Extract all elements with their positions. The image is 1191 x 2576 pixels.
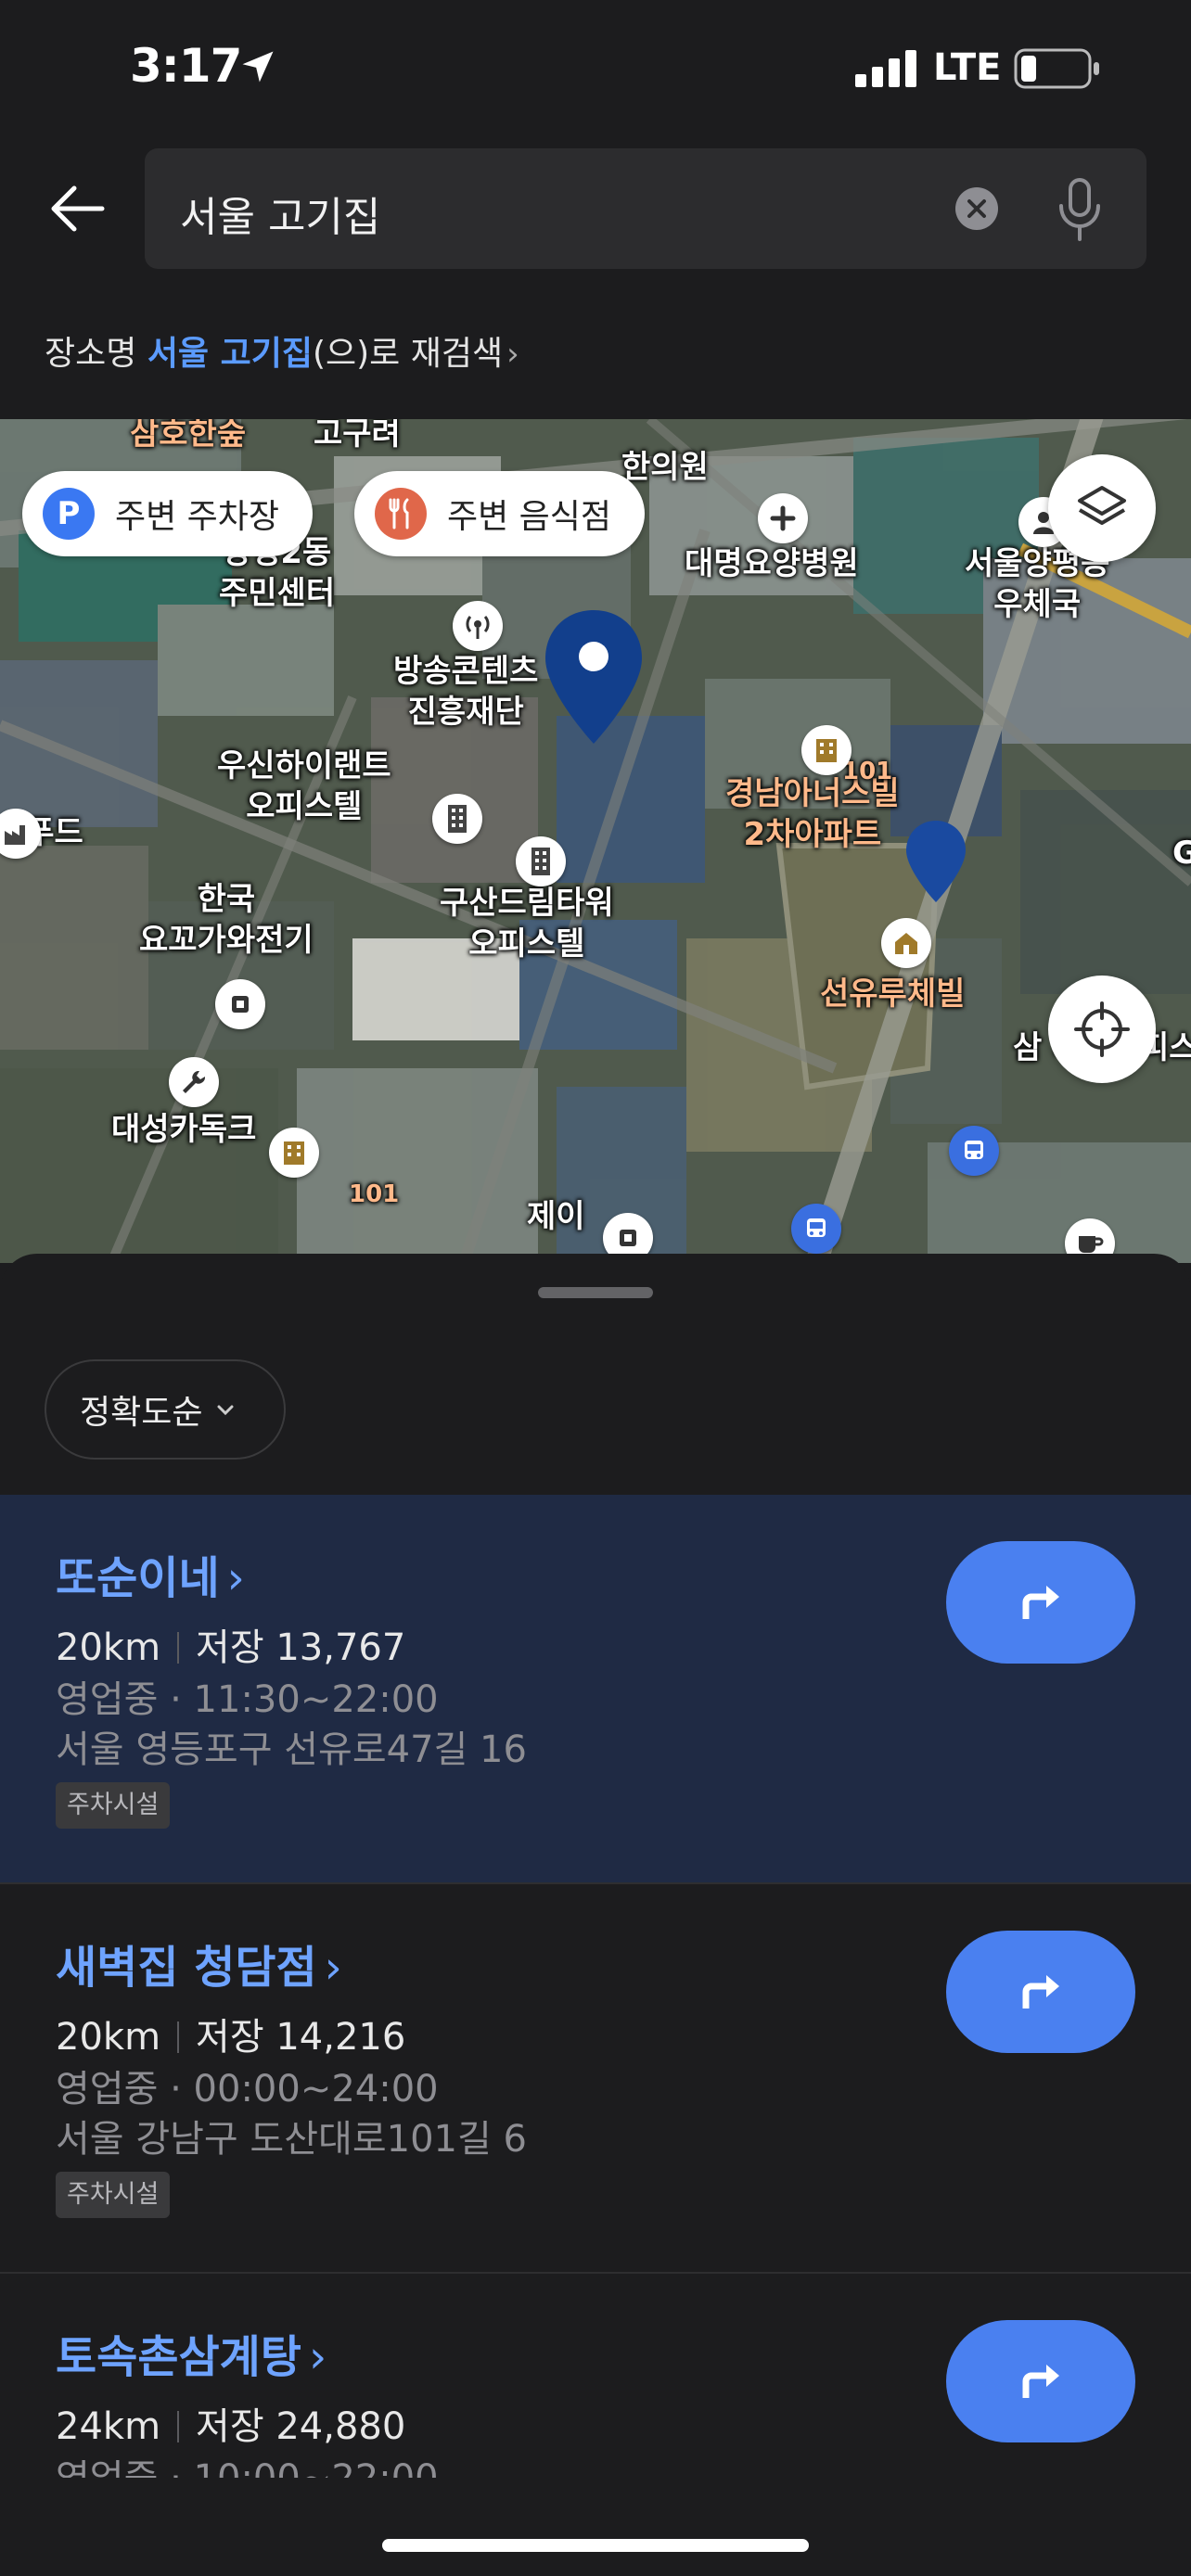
place-name-link[interactable]: 또순이네 › — [56, 1541, 245, 1606]
address: 서울 강남구 도산대로101길 6 — [56, 2118, 527, 2161]
business-hours: 영업중 · 00:00~24:00 — [56, 2068, 439, 2111]
place-meta: 20km 저장 13,767 — [56, 1617, 405, 1671]
nearby-parking-chip[interactable]: P 주변 주차장 — [22, 471, 314, 556]
crosshair-icon — [1074, 1001, 1130, 1057]
result-item[interactable]: 새벽집 청담점 › 20km 저장 14,216 영업중 · 00:00~24:00… — [0, 1884, 1191, 2274]
results-sheet: 정확도순 또순이네 › 20km 저장 13,767 영업중 · 11:30~22:… — [0, 1254, 1191, 2576]
sort-dropdown[interactable]: 정확도순 — [45, 1359, 286, 1460]
microphone-icon[interactable] — [1054, 176, 1106, 243]
chevron-down-icon — [217, 1405, 234, 1416]
chevron-right-icon: › — [226, 1552, 245, 1604]
building-poi-icon[interactable] — [432, 794, 482, 844]
selected-location-pin-icon[interactable] — [542, 606, 646, 747]
network-type: LTE — [933, 46, 1002, 89]
directions-button[interactable] — [946, 2320, 1135, 2442]
distance: 20km — [56, 2016, 161, 2059]
save-count: 저장 14,216 — [196, 2016, 406, 2059]
divider — [177, 2411, 180, 2442]
place-meta: 20km 저장 14,216 — [56, 2007, 405, 2060]
location-pin-icon[interactable] — [903, 818, 968, 905]
chevron-right-icon: › — [506, 336, 519, 373]
cellular-signal-icon — [855, 50, 916, 87]
battery-icon — [1014, 48, 1099, 89]
distance: 24km — [56, 2405, 161, 2448]
map-label: 대명요양병원 — [685, 545, 859, 582]
building-poi-icon[interactable] — [516, 836, 566, 886]
research-prefix: 장소명 — [45, 335, 147, 373]
bottom-safe-area — [0, 2478, 1191, 2576]
directions-button[interactable] — [946, 1931, 1135, 2053]
house-poi-icon[interactable] — [881, 918, 931, 968]
map-label: 101 — [349, 1180, 400, 1208]
search-input[interactable]: 서울 고기집 — [145, 148, 1146, 269]
divider — [177, 2021, 180, 2053]
map-label: 대성카독크 — [111, 1111, 257, 1148]
hospital-poi-icon[interactable] — [758, 493, 808, 543]
distance: 20km — [56, 1626, 161, 1669]
map-label: 고구려 — [314, 419, 401, 453]
place-name-link[interactable]: 토속촌삼계탕 › — [56, 2320, 327, 2385]
bus-stop-icon[interactable] — [949, 1126, 999, 1176]
search-header: 서울 고기집 — [0, 139, 1191, 278]
result-item[interactable]: 또순이네 › 20km 저장 13,767 영업중 · 11:30~22:00 서울… — [0, 1495, 1191, 1884]
clock: 3:17 — [130, 39, 242, 93]
save-count: 저장 24,880 — [196, 2405, 406, 2448]
map-view[interactable]: 삼호한숲 고구려 한의원 대명요양병원 서울양평동 우체국 양평2동 주민센터 … — [0, 419, 1191, 1263]
research-keyword[interactable]: 서울 고기집 — [147, 335, 313, 373]
home-indicator[interactable] — [382, 2539, 809, 2552]
turn-right-arrow-icon — [1022, 1586, 1059, 1619]
sort-label: 정확도순 — [80, 1394, 203, 1432]
turn-right-arrow-icon — [1022, 2365, 1059, 2398]
map-label: 방송콘텐츠 진흥재단 — [393, 653, 539, 731]
business-hours: 영업중 · 11:30~22:00 — [56, 1678, 439, 1721]
convenience-store-poi-icon[interactable] — [215, 979, 265, 1029]
turn-right-arrow-icon — [1022, 1975, 1059, 2009]
save-count: 저장 13,767 — [196, 1626, 406, 1669]
parking-tag: 주차시설 — [56, 1782, 171, 1829]
layers-button[interactable] — [1048, 454, 1156, 562]
chevron-right-icon: › — [324, 1942, 342, 1994]
map-label: G — [1172, 835, 1191, 872]
back-arrow-icon[interactable] — [41, 176, 115, 241]
map-label: 제이 — [527, 1198, 585, 1235]
sheet-grabber[interactable] — [538, 1287, 653, 1298]
map-label: 우신하이랜트 오피스텔 — [217, 747, 391, 825]
status-bar: 3:17 LTE — [0, 0, 1191, 139]
directions-button[interactable] — [946, 1541, 1135, 1664]
clear-icon[interactable] — [954, 185, 1000, 232]
search-query[interactable]: 서울 고기집 — [180, 184, 380, 243]
location-arrow-icon — [242, 51, 274, 83]
apartment-poi-icon[interactable] — [801, 725, 852, 775]
chip-label: 주변 음식점 — [447, 498, 612, 536]
nearby-restaurant-chip[interactable]: 주변 음식점 — [354, 471, 646, 556]
layers-icon — [1078, 486, 1126, 525]
research-link[interactable]: 장소명 서울 고기집(으)로 재검색 › — [45, 326, 519, 375]
map-label: 한국 요꼬가와전기 — [139, 881, 314, 959]
address: 서울 영등포구 선유로47길 16 — [56, 1728, 527, 1771]
place-meta: 24km 저장 24,880 — [56, 2396, 405, 2450]
place-name-link[interactable]: 새벽집 청담점 › — [56, 1931, 342, 1996]
bus-stop-icon[interactable] — [791, 1204, 841, 1254]
place-name: 또순이네 — [56, 1552, 220, 1604]
map-label: 구산드림타워 오피스텔 — [440, 885, 614, 963]
place-name: 새벽집 청담점 — [56, 1942, 317, 1994]
apartment-poi-icon[interactable] — [269, 1128, 319, 1178]
chevron-right-icon: › — [308, 2331, 327, 2383]
place-name: 토속촌삼계탕 — [56, 2331, 301, 2383]
map-label: 삼호한숲 — [130, 419, 247, 453]
broadcast-poi-icon[interactable] — [453, 601, 503, 651]
current-location-button[interactable] — [1048, 976, 1156, 1083]
chip-label: 주변 주차장 — [115, 498, 280, 536]
wrench-poi-icon[interactable] — [169, 1057, 219, 1107]
divider — [177, 1632, 180, 1664]
parking-tag: 주차시설 — [56, 2172, 171, 2218]
fork-knife-icon — [375, 488, 427, 540]
map-label: 한의원 — [621, 449, 709, 486]
parking-icon: P — [43, 488, 95, 540]
research-suffix: (으)로 재검색 — [312, 335, 504, 373]
map-label: 선유루체빌 — [820, 976, 966, 1013]
